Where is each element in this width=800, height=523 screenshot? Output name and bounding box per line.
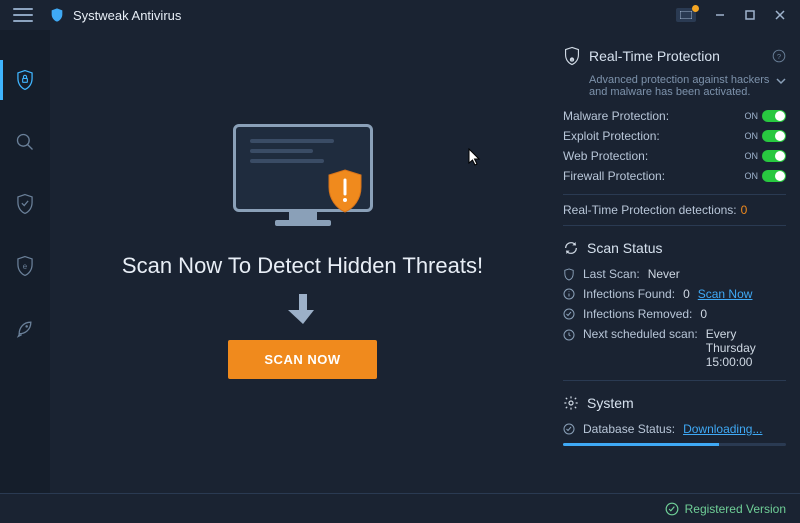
- monitor-illustration: [233, 124, 373, 234]
- sidebar-item-protection[interactable]: [0, 184, 50, 224]
- shield-info-icon: i: [563, 46, 581, 66]
- toggle-web: Web Protection: ON: [563, 146, 786, 166]
- chevron-down-icon[interactable]: [776, 76, 786, 86]
- firewall-switch[interactable]: [762, 170, 786, 182]
- shield-lock-icon: [15, 69, 35, 91]
- realtime-title: Real-Time Protection: [589, 48, 720, 64]
- sidebar-item-home[interactable]: [0, 60, 50, 100]
- system-title: System: [587, 395, 634, 411]
- web-switch[interactable]: [762, 150, 786, 162]
- scan-status-header: Scan Status: [563, 240, 786, 256]
- close-button[interactable]: [768, 3, 792, 27]
- sidebar-item-optimize[interactable]: [0, 308, 50, 348]
- realtime-description: Advanced protection against hackers and …: [589, 74, 786, 98]
- check-circle-icon: [563, 423, 575, 435]
- maximize-button[interactable]: [738, 3, 762, 27]
- registered-status: Registered Version: [665, 502, 786, 516]
- detections-row: Real-Time Protection detections: 0: [563, 203, 786, 217]
- title-bar: Systweak Antivirus: [0, 0, 800, 30]
- gear-icon: [563, 395, 579, 411]
- help-icon[interactable]: ?: [772, 49, 786, 63]
- system-header: System: [563, 395, 786, 411]
- sidebar-item-scan[interactable]: [0, 122, 50, 162]
- search-icon: [15, 132, 35, 152]
- scan-now-button[interactable]: SCAN NOW: [228, 340, 376, 379]
- footer: Registered Version: [0, 493, 800, 523]
- toggle-label: Malware Protection:: [563, 109, 669, 123]
- rocket-icon: [15, 318, 35, 338]
- sidebar: e: [0, 30, 50, 493]
- svg-text:e: e: [23, 262, 28, 271]
- toggle-firewall: Firewall Protection: ON: [563, 166, 786, 186]
- download-progress: [563, 443, 786, 446]
- scan-headline: Scan Now To Detect Hidden Threats!: [122, 252, 483, 281]
- scan-now-link[interactable]: Scan Now: [698, 287, 753, 301]
- scan-status-title: Scan Status: [587, 240, 663, 256]
- last-scan-row: Last Scan: Never: [563, 264, 786, 284]
- refresh-icon: [563, 240, 579, 256]
- shield-check-icon: [15, 193, 35, 215]
- malware-switch[interactable]: [762, 110, 786, 122]
- toggle-label: Firewall Protection:: [563, 169, 665, 183]
- check-circle-icon: [665, 502, 679, 516]
- shield-small-icon: [563, 268, 575, 281]
- scan-prompt-pane: Scan Now To Detect Hidden Threats! SCAN …: [50, 30, 555, 493]
- toggle-label: Exploit Protection:: [563, 129, 660, 143]
- minimize-button[interactable]: [708, 3, 732, 27]
- toggle-exploit: Exploit Protection: ON: [563, 126, 786, 146]
- next-scan-row: Next scheduled scan: Every Thursday 15:0…: [563, 324, 786, 372]
- check-circle-icon: [563, 308, 575, 320]
- status-panel: i Real-Time Protection ? Advanced protec…: [555, 30, 800, 493]
- svg-text:?: ?: [777, 52, 781, 61]
- sidebar-item-privacy[interactable]: e: [0, 246, 50, 286]
- exploit-switch[interactable]: [762, 130, 786, 142]
- arrow-down-icon: [288, 292, 318, 326]
- infections-found-row: Infections Found: 0 Scan Now: [563, 284, 786, 304]
- app-logo-icon: [49, 7, 65, 23]
- toggle-label: Web Protection:: [563, 149, 648, 163]
- toggle-malware: Malware Protection: ON: [563, 106, 786, 126]
- shield-e-icon: e: [15, 255, 35, 277]
- hamburger-menu-icon[interactable]: [13, 8, 33, 22]
- notification-badge-icon[interactable]: [676, 8, 696, 22]
- app-title: Systweak Antivirus: [73, 8, 181, 23]
- shield-alert-icon: [325, 168, 365, 214]
- clock-icon: [563, 329, 575, 341]
- window-controls: [676, 3, 792, 27]
- infections-removed-row: Infections Removed: 0: [563, 304, 786, 324]
- detections-count: 0: [741, 203, 748, 217]
- database-status-row: Database Status: Downloading...: [563, 419, 786, 439]
- info-icon: [563, 288, 575, 300]
- realtime-protection-header: i Real-Time Protection ?: [563, 46, 786, 66]
- database-status-value: Downloading...: [683, 422, 762, 436]
